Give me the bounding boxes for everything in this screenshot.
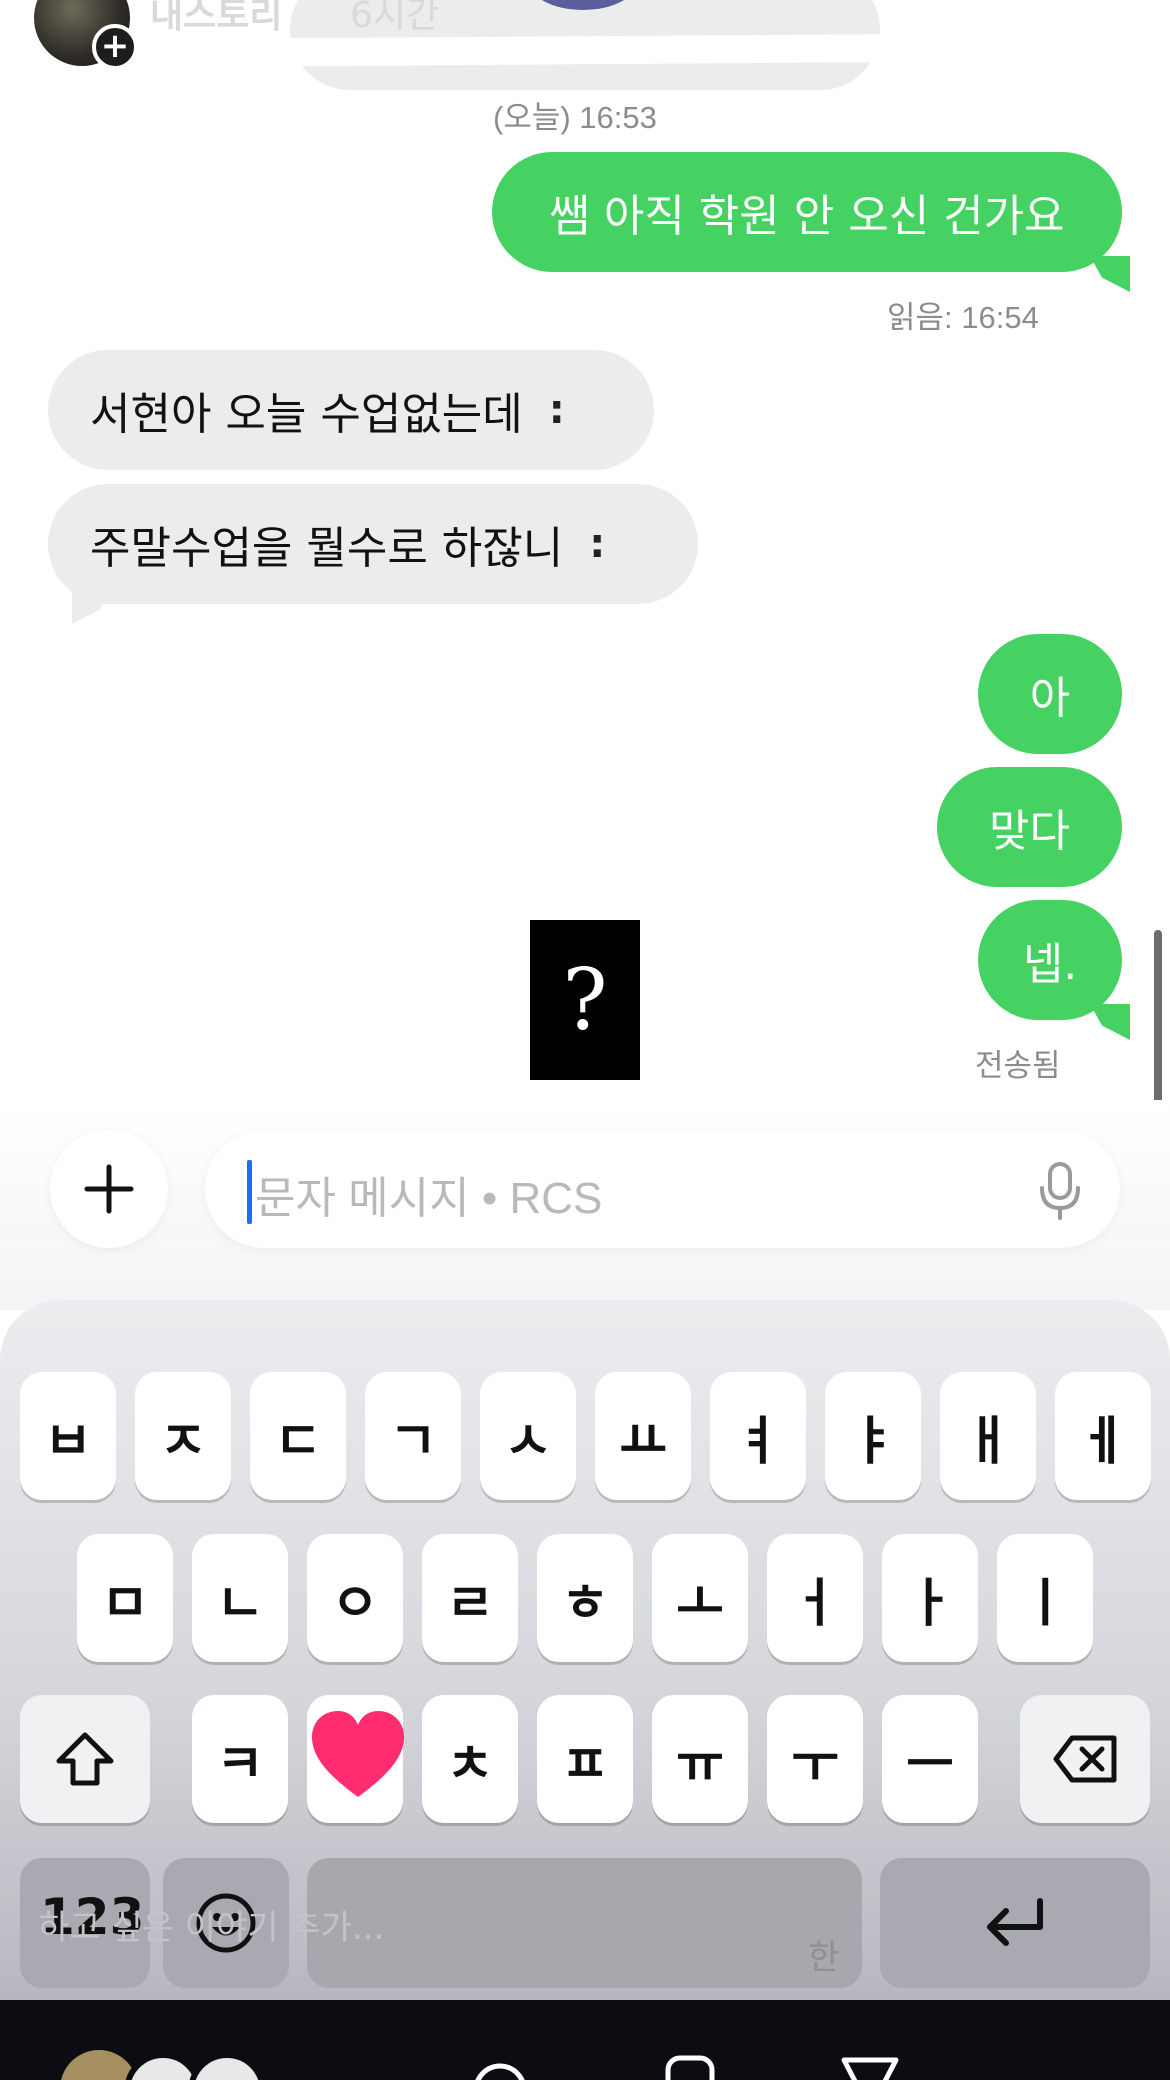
message-text: 아 — [1029, 673, 1071, 724]
share-icon[interactable] — [660, 2050, 720, 2080]
bubble-tail — [72, 588, 112, 624]
more-options-icon[interactable]: : — [589, 521, 605, 567]
scrollbar[interactable] — [1154, 930, 1162, 1115]
key[interactable]: ㅕ — [710, 1372, 806, 1500]
send-icon[interactable] — [840, 2050, 900, 2080]
message-input[interactable]: 문자 메시지 • RCS — [205, 1130, 1120, 1248]
key[interactable]: ㅊ — [422, 1695, 518, 1823]
key[interactable]: ㅎ — [537, 1534, 633, 1662]
message-text: 쌤 아직 학원 안 오신 건가요 — [549, 191, 1065, 242]
redaction-scribble — [960, 40, 990, 108]
message-bubble-outgoing[interactable]: 맞다 — [937, 767, 1122, 887]
key[interactable]: ㅛ — [595, 1372, 691, 1500]
return-icon — [987, 1898, 1043, 1946]
shift-key[interactable] — [20, 1695, 150, 1823]
key[interactable]: ㅏ — [882, 1534, 978, 1662]
message-bubble-outgoing[interactable]: 아 — [978, 634, 1122, 754]
key[interactable]: ㅜ — [767, 1695, 863, 1823]
plus-icon — [84, 1164, 134, 1214]
shift-icon — [56, 1732, 114, 1786]
key[interactable]: ㅇ — [307, 1534, 403, 1662]
key[interactable]: ㅑ — [825, 1372, 921, 1500]
message-text: 서현아 오늘 수업없는데 — [90, 389, 523, 440]
story-username: 내스토리 — [150, 0, 283, 36]
message-text: 맞다 — [989, 806, 1070, 857]
question-sticker: ? — [530, 920, 640, 1080]
key[interactable]: ㅡ — [882, 1695, 978, 1823]
bubble-tail — [1090, 256, 1130, 292]
story-age: 6시간 — [350, 0, 440, 36]
bubble-tail — [1090, 1004, 1130, 1040]
key[interactable]: ㅐ — [940, 1372, 1036, 1500]
key[interactable]: ㅋ — [192, 1695, 288, 1823]
sent-status: 전송됨 — [975, 1048, 1061, 1083]
key[interactable]: ㅣ — [997, 1534, 1093, 1662]
heart-sticker — [312, 1711, 404, 1797]
key[interactable]: ㅓ — [767, 1534, 863, 1662]
redaction-scribble — [239, 33, 1001, 67]
key[interactable]: ㅗ — [652, 1534, 748, 1662]
story-header: + 내스토리 6시간 — [0, 0, 1170, 108]
backspace-key[interactable] — [1020, 1695, 1150, 1823]
key[interactable]: ㅂ — [20, 1372, 116, 1500]
key[interactable]: ㅠ — [652, 1695, 748, 1823]
key[interactable]: ㄱ — [365, 1372, 461, 1500]
story-reply-hint: 하고 싶은 이야기 추가... — [38, 1908, 385, 1948]
more-options-icon[interactable]: : — [549, 387, 565, 433]
message-bubble-incoming[interactable]: 서현아 오늘 수업없는데 : — [48, 350, 654, 470]
language-label: 한 — [808, 1938, 840, 1978]
key[interactable]: ㅍ — [537, 1695, 633, 1823]
message-text: 주말수업을 뭘수로 하잖니 — [90, 523, 564, 574]
space-bar[interactable] — [307, 1858, 862, 1988]
message-bubble-outgoing[interactable]: 쌤 아직 학원 안 오신 건가요 — [492, 152, 1122, 272]
return-key[interactable] — [880, 1858, 1150, 1988]
activity-icon[interactable] — [470, 2050, 530, 2080]
key[interactable]: ㅈ — [135, 1372, 231, 1500]
key[interactable]: ㅁ — [77, 1534, 173, 1662]
key[interactable]: ㅔ — [1055, 1372, 1151, 1500]
key[interactable]: ㄹ — [422, 1534, 518, 1662]
chat-timestamp: (오늘) 16:53 — [493, 100, 657, 135]
message-text: 넵. — [1022, 939, 1078, 990]
key[interactable]: ㄴ — [192, 1534, 288, 1662]
key[interactable]: ㅅ — [480, 1372, 576, 1500]
backspace-icon — [1053, 1735, 1117, 1783]
text-caret — [247, 1160, 252, 1224]
key[interactable]: ㄷ — [250, 1372, 346, 1500]
mic-icon[interactable] — [1035, 1160, 1085, 1220]
message-bubble-incoming[interactable]: 주말수업을 뭘수로 하잖니 : — [48, 484, 698, 604]
message-placeholder: 문자 메시지 • RCS — [255, 1174, 603, 1223]
message-bubble-outgoing[interactable]: 넵. — [978, 900, 1122, 1020]
attach-button[interactable] — [50, 1130, 168, 1248]
read-receipt: 읽음: 16:54 — [887, 300, 1039, 335]
close-icon[interactable] — [1080, 0, 1140, 54]
add-story-icon[interactable]: + — [92, 24, 138, 70]
